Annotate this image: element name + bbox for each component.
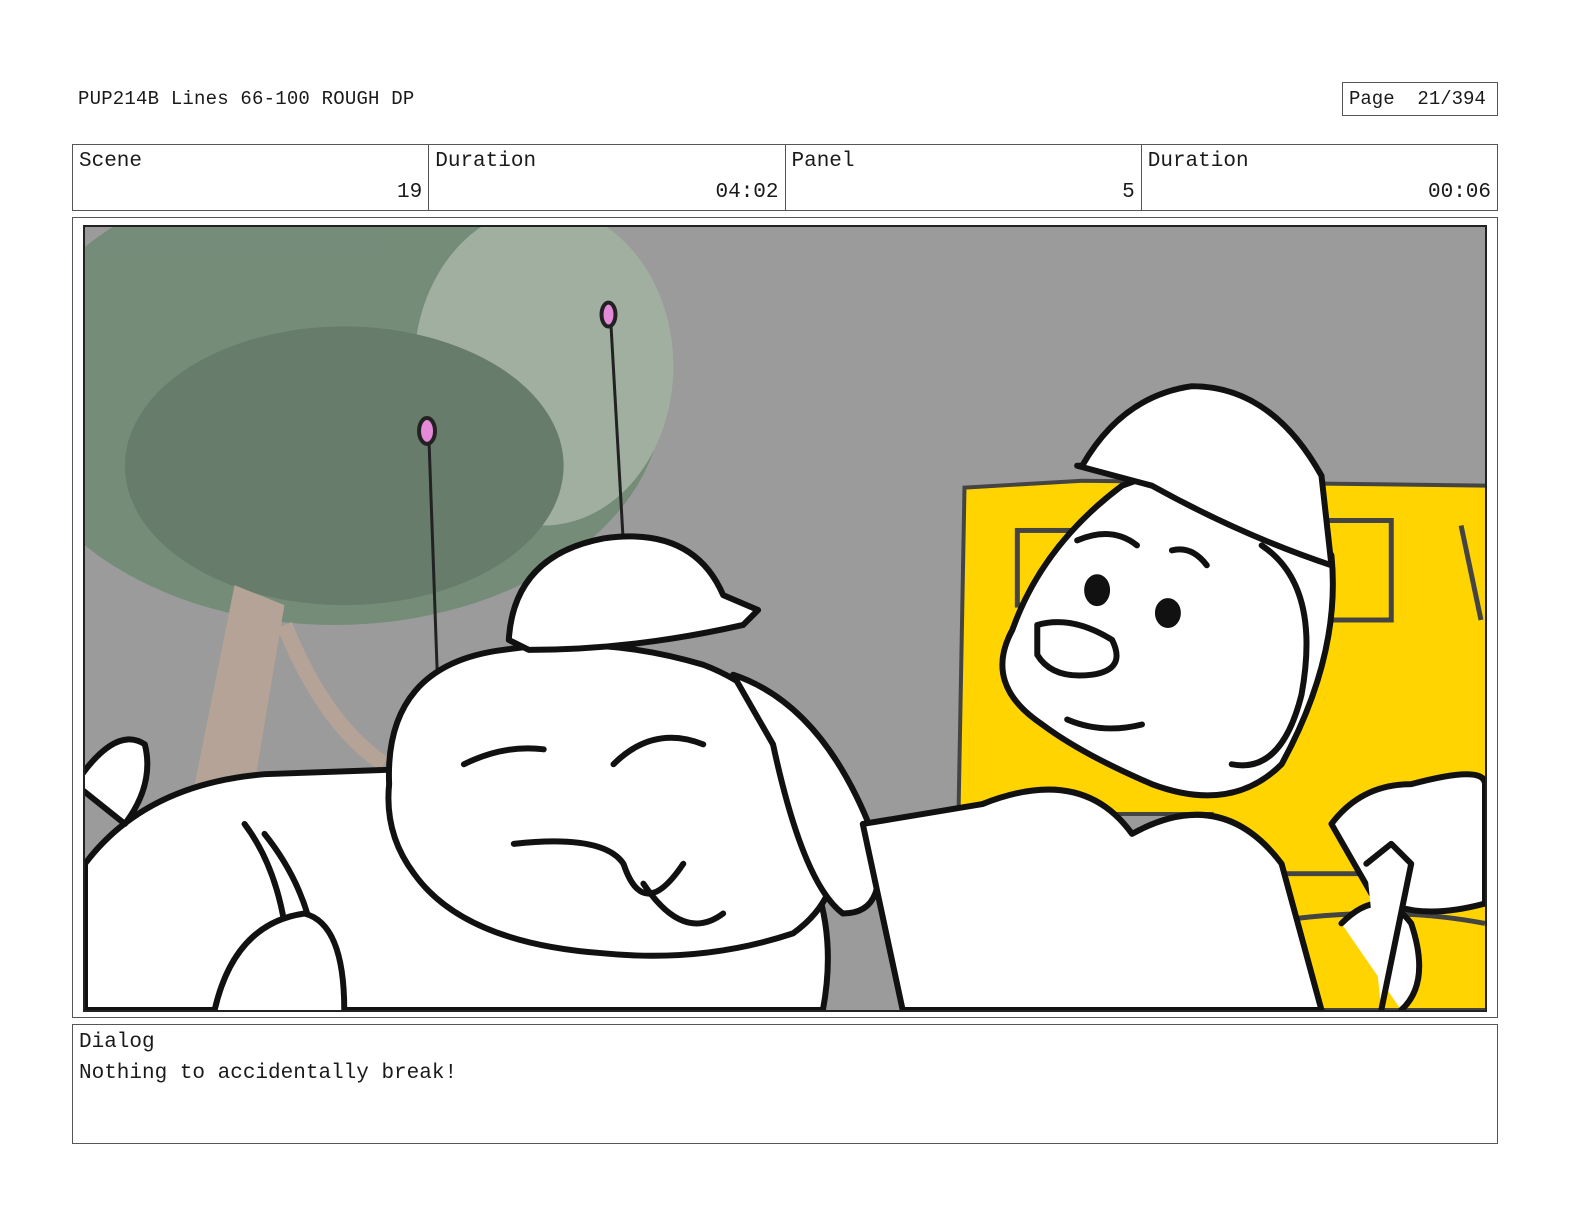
panel-duration-value: 00:06	[1427, 181, 1491, 204]
panel-duration-cell: Duration 00:06	[1142, 145, 1497, 210]
storyboard-panel-image	[83, 225, 1487, 1012]
antenna-tip-right	[599, 300, 618, 329]
antenna-tip-left	[417, 416, 437, 446]
document-title: PUP214B Lines 66-100 ROUGH DP	[78, 88, 415, 110]
dialog-label: Dialog	[79, 1031, 155, 1054]
scene-cell: Scene 19	[73, 145, 430, 210]
dialog-text: Nothing to accidentally break!	[79, 1062, 458, 1085]
page-number: 21/394	[1417, 88, 1486, 110]
scene-duration-cell: Duration 04:02	[429, 145, 786, 210]
scene-duration-value: 04:02	[715, 181, 779, 204]
shot-info-row: Scene 19 Duration 04:02 Panel 5 Duration…	[72, 144, 1498, 211]
scene-duration-label: Duration	[435, 150, 537, 173]
scene-label: Scene	[79, 150, 143, 173]
storyboard-frame	[72, 217, 1498, 1018]
scene-value: 19	[397, 181, 423, 204]
panel-duration-label: Duration	[1147, 150, 1249, 173]
page-indicator: Page 21/394	[1342, 82, 1498, 116]
panel-value: 5	[1122, 181, 1135, 204]
dialog-box: Dialog Nothing to accidentally break!	[72, 1024, 1498, 1144]
page-label: Page	[1349, 88, 1395, 110]
panel-cell: Panel 5	[786, 145, 1142, 210]
storyboard-page: PUP214B Lines 66-100 ROUGH DP Page 21/39…	[0, 0, 1582, 1225]
panel-label: Panel	[791, 150, 855, 173]
